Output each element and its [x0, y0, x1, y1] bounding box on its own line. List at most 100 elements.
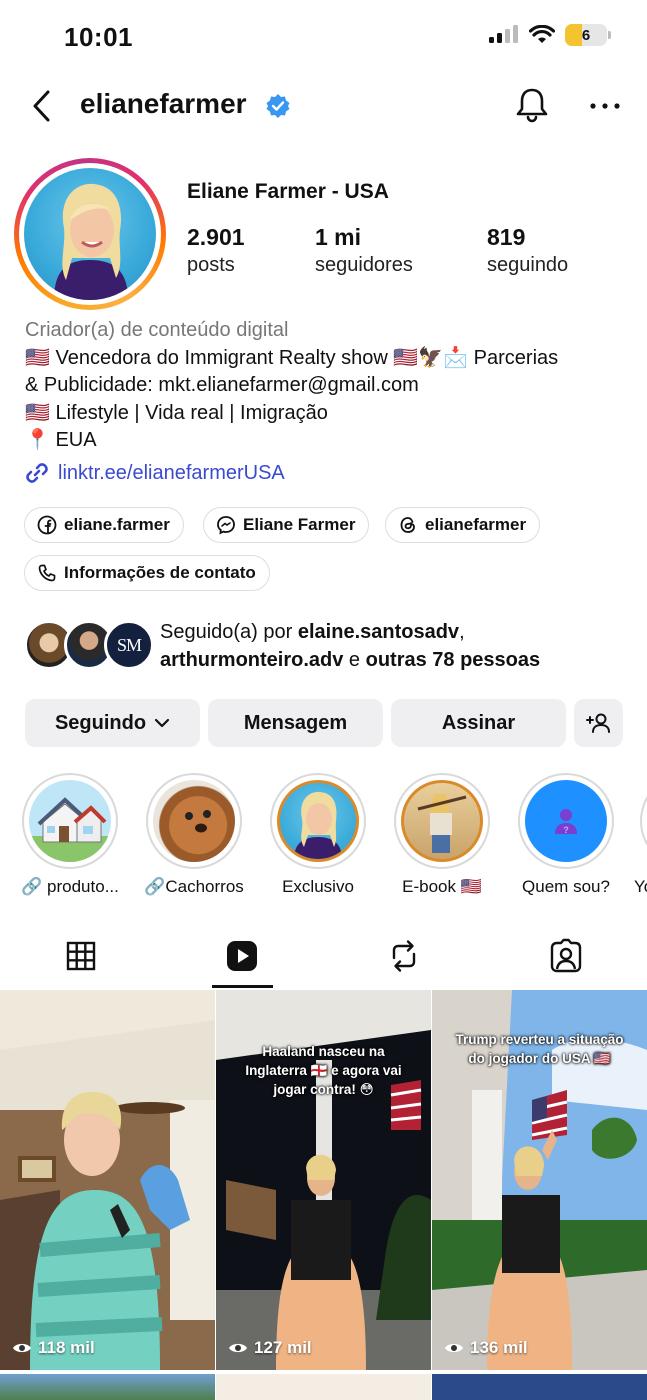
followed-by[interactable]: SM Seguido(a) por elaine.santosadv, arth…	[24, 618, 634, 674]
question-person-icon: ?	[555, 809, 577, 835]
reel-thumbnail-partial[interactable]	[432, 1374, 647, 1400]
messenger-icon	[217, 516, 235, 535]
profile-category: Criador(a) de conteúdo digital	[25, 319, 289, 341]
bio-line: 🇺🇸 Lifestyle | Vida real | Imigração	[25, 401, 328, 424]
profile-tabs	[0, 928, 647, 988]
mutual-follower-2[interactable]: arthurmonteiro.adv	[160, 649, 343, 671]
more-options-icon[interactable]	[588, 92, 622, 120]
reel-thumbnail[interactable]: Trump reverteu a situação do jogador do …	[432, 990, 647, 1370]
threads-chip-label: elianefarmer	[425, 515, 527, 534]
reel-thumbnail-partial[interactable]	[0, 1374, 215, 1400]
highlight-ebook[interactable]: E-book 🇺🇸	[394, 773, 490, 896]
reels-icon[interactable]	[222, 936, 262, 976]
followed-by-prefix: Seguido(a) por	[160, 621, 298, 643]
threads-chip[interactable]: elianefarmer	[385, 507, 541, 543]
reposts-icon[interactable]	[384, 936, 424, 976]
follower-avatar: SM	[104, 620, 154, 670]
status-bar: 10:01 6	[0, 0, 647, 72]
followed-by-conj: e	[343, 649, 366, 671]
notification-bell-icon[interactable]	[514, 86, 550, 124]
phone-icon	[38, 564, 56, 582]
chevron-down-icon	[154, 718, 170, 728]
followers-count: 1 mi	[315, 224, 362, 250]
highlight-label: Quem sou?	[522, 877, 610, 896]
svg-text:?: ?	[563, 825, 569, 835]
posts-label: posts	[187, 254, 235, 276]
highlight-label: Yo	[634, 877, 647, 896]
reel-thumbnail[interactable]: 118 mil	[0, 990, 215, 1370]
reel-views-count: 136 mil	[470, 1338, 528, 1357]
highlight-produtos[interactable]: 🔗 produto...	[21, 773, 119, 896]
reel-views: 118 mil	[12, 1338, 95, 1358]
status-icons: 6	[489, 24, 611, 46]
highlight-label: E-book 🇺🇸	[402, 877, 482, 896]
story-highlights: 🔗 produto... 🔗Cachorros Exclusivo E-book…	[0, 773, 647, 903]
following-label: seguindo	[487, 254, 569, 276]
wifi-icon	[529, 25, 555, 43]
contact-info-chip[interactable]: Informações de contato	[24, 555, 270, 591]
facebook-icon	[37, 515, 57, 535]
status-time: 10:01	[64, 22, 133, 52]
signal-icon	[489, 25, 518, 43]
profile-bio: Criador(a) de conteúdo digital 🇺🇸 Venced…	[25, 317, 625, 455]
message-button-label: Mensagem	[243, 711, 348, 734]
highlight-partial[interactable]: Yo	[634, 773, 647, 896]
message-button[interactable]: Mensagem	[208, 699, 383, 747]
highlight-label: 🔗 produto...	[21, 877, 119, 896]
reels-grid: 118 mil Haaland nasceu na Inglaterra 🏴󠁧󠁢…	[0, 990, 647, 1400]
reel-caption: Haaland nasceu na Inglaterra 🏴󠁧󠁢󠁥󠁮󠁧󠁿 e a…	[245, 1044, 402, 1097]
messenger-chip[interactable]: Eliane Farmer	[203, 507, 370, 543]
following-button-label: Seguindo	[54, 711, 147, 734]
highlight-exclusivo[interactable]: Exclusivo	[270, 773, 366, 896]
posts-stat[interactable]: 2.901 posts	[187, 224, 245, 277]
back-icon[interactable]	[28, 88, 58, 124]
follower-avatar-monogram: SM	[116, 634, 142, 655]
profile-header: Eliane Farmer - USA 2.901 posts 1 mi seg…	[0, 158, 647, 310]
messenger-chip-label: Eliane Farmer	[243, 515, 356, 534]
reel-caption: Trump reverteu a situação do jogador do …	[455, 1032, 624, 1066]
reel-views-count: 118 mil	[38, 1338, 95, 1357]
bio-line: 📍 EUA	[25, 429, 97, 451]
eye-icon	[13, 1343, 31, 1353]
highlight-quem-sou[interactable]: ? Quem sou?	[518, 773, 614, 896]
profile-username: elianefarmer	[80, 88, 247, 119]
followed-by-text: Seguido(a) por elaine.santosadv, arthurm…	[160, 618, 540, 674]
contact-info-chip-label: Informações de contato	[64, 563, 256, 582]
facebook-chip-label: eliane.farmer	[64, 515, 170, 534]
suggested-users-button[interactable]	[574, 699, 623, 747]
profile-link-text[interactable]: linktr.ee/elianefarmerUSA	[58, 462, 285, 485]
subscribe-button[interactable]: Assinar	[391, 699, 566, 747]
subscribe-button-label: Assinar	[441, 711, 516, 734]
reel-thumbnail[interactable]: Haaland nasceu na Inglaterra 🏴󠁧󠁢󠁥󠁮󠁧󠁿 e a…	[216, 990, 431, 1370]
tagged-icon[interactable]	[546, 936, 586, 976]
followers-label: seguidores	[315, 254, 413, 276]
profile-link[interactable]: linktr.ee/elianefarmerUSA	[24, 460, 285, 486]
reel-views: 136 mil	[444, 1338, 528, 1358]
verified-badge-icon	[266, 94, 290, 118]
highlight-cachorros[interactable]: 🔗Cachorros	[144, 773, 244, 896]
display-name: Eliane Farmer - USA	[187, 180, 389, 203]
following-button[interactable]: Seguindo	[25, 699, 200, 747]
mutual-follower-1[interactable]: elaine.santosadv	[298, 621, 459, 643]
reel-thumbnail-partial[interactable]	[216, 1374, 431, 1400]
battery-icon: 6	[565, 24, 611, 46]
highlight-label: Exclusivo	[282, 877, 354, 896]
bio-line: 🇺🇸 Vencedora do Immigrant Realty show 🇺🇸…	[25, 346, 559, 369]
facebook-chip[interactable]: eliane.farmer	[24, 507, 184, 543]
reel-views: 127 mil	[228, 1338, 312, 1358]
profile-avatar[interactable]	[14, 158, 166, 310]
top-nav: elianefarmer	[0, 80, 647, 132]
reel-views-count: 127 mil	[254, 1338, 312, 1357]
highlight-label: 🔗Cachorros	[144, 877, 244, 896]
mutual-followers-others[interactable]: outras 78 pessoas	[366, 649, 541, 671]
followers-stat[interactable]: 1 mi seguidores	[315, 224, 413, 277]
eye-icon	[229, 1343, 247, 1353]
posts-count: 2.901	[187, 224, 245, 250]
grid-icon[interactable]	[61, 936, 101, 976]
following-count: 819	[487, 224, 526, 250]
battery-level: 6	[581, 26, 591, 44]
eye-icon	[445, 1343, 463, 1353]
add-person-icon	[585, 713, 610, 733]
followed-by-comma: ,	[459, 621, 465, 643]
following-stat[interactable]: 819 seguindo	[487, 224, 568, 277]
